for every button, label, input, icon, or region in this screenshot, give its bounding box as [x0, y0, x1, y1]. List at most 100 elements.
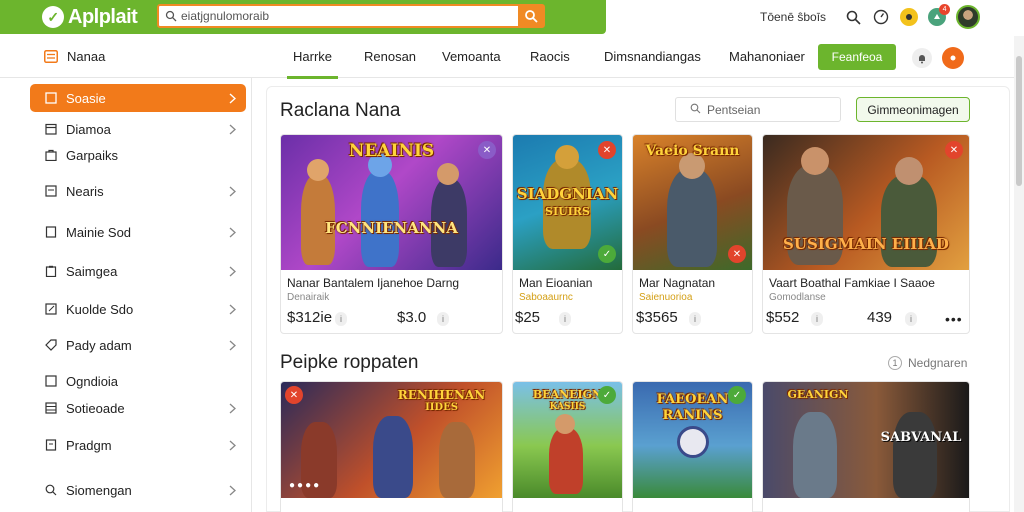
cover-title: SIADGNIAN	[516, 185, 619, 203]
tab-4[interactable]: Raocis	[530, 49, 570, 64]
game-price: $3565	[636, 309, 678, 326]
game-card[interactable]: BEANEIGN KASIIS ✓	[512, 381, 623, 512]
scrollbar-thumb[interactable]	[1016, 56, 1022, 186]
sidebar-item-11[interactable]: Pradgm	[30, 431, 246, 459]
app-logo[interactable]: ✓ Aplplait	[42, 4, 138, 30]
game-cover: GEANIGN SABVANAL	[763, 382, 969, 498]
game-name: Nanar Bantalem Ijanehoe Darng	[287, 276, 460, 290]
brand-bar: ✓ Aplplait	[0, 0, 606, 34]
scrollbar[interactable]	[1014, 36, 1024, 512]
view-more-label: Nedgnaren	[908, 356, 968, 370]
sidebar-item-label: Sotieoade	[66, 400, 125, 416]
search-icon[interactable]	[844, 8, 862, 26]
sidebar-item-1[interactable]: Soasie	[30, 84, 246, 112]
sidebar-item-12[interactable]: Siomengan	[30, 476, 246, 504]
notification-icon[interactable]: 4	[928, 4, 951, 26]
chevron-right-icon	[229, 123, 236, 138]
sidebar-item-label: Diamoa	[66, 121, 111, 137]
game-card[interactable]: Vaeio Srann ✕ Mar Nagnatan Saienuorioa $…	[632, 134, 753, 334]
search-input[interactable]	[159, 7, 518, 25]
close-icon[interactable]: ✕	[728, 245, 746, 263]
game-card[interactable]: SUSIGMAIN EIIIAD ✕ Vaart Boathal Famkiae…	[762, 134, 970, 334]
game-card[interactable]: FAEOEAN RANINS ✓	[632, 381, 753, 512]
tab-home[interactable]: Harrke	[286, 49, 339, 79]
table-icon	[44, 401, 58, 415]
list-icon	[44, 184, 58, 198]
avatar[interactable]	[956, 5, 981, 29]
sidebar-item-label: Kuolde Sdo	[66, 301, 134, 317]
sidebar-item-8[interactable]: Pady adam	[30, 331, 246, 359]
sidebar: Soasie Diamoa Garpaiks Nearis Mainie Sod…	[0, 78, 252, 512]
tag-icon	[44, 338, 58, 352]
close-icon[interactable]: ✕	[598, 141, 616, 159]
nav-title: Nanaa	[67, 49, 106, 64]
game-publisher: Gomodlanse	[769, 292, 826, 303]
game-card[interactable]: RENIHENAN IIDES ✕ ●●●●	[280, 381, 503, 512]
sidebar-item-4[interactable]: Nearis	[30, 177, 246, 205]
logo-icon: ✓	[42, 6, 64, 28]
close-icon[interactable]: ✕	[478, 141, 496, 159]
sidebar-item-10[interactable]: Sotieoade	[30, 394, 246, 422]
game-cover: RENIHENAN IIDES ✕ ●●●●	[281, 382, 502, 498]
check-icon[interactable]: ✓	[598, 386, 616, 404]
view-more-link[interactable]: 1 Nedgnaren	[888, 356, 967, 370]
section-title: Raclana Nana	[280, 100, 401, 121]
tab-2[interactable]: Renosan	[364, 49, 416, 64]
menu-icon[interactable]	[44, 50, 58, 68]
bell-icon[interactable]	[912, 48, 932, 68]
sidebar-item-2[interactable]: Diamoa	[30, 115, 246, 143]
section-action-button[interactable]: Gimmeonimagen	[856, 97, 970, 122]
search-icon	[44, 483, 58, 497]
info-icon[interactable]: i	[689, 312, 701, 326]
info-icon[interactable]: i	[905, 312, 917, 326]
more-icon[interactable]: •••	[945, 311, 963, 327]
chevron-right-icon	[229, 265, 236, 280]
sidebar-item-label: Pady adam	[66, 337, 132, 353]
game-cover: FAEOEAN RANINS ✓	[633, 382, 752, 498]
close-icon[interactable]: ✕	[285, 386, 303, 404]
game-cover: SIADGNIAN SIUIRS ✕ ✓	[513, 135, 622, 270]
sidebar-item-3[interactable]: Garpaiks	[30, 141, 246, 169]
section-title: Peipke roppaten	[280, 352, 419, 373]
search-button[interactable]	[518, 5, 544, 27]
section-search-placeholder: Pentseian	[707, 102, 761, 117]
cover-subtitle: SIUIRS	[545, 205, 590, 218]
game-publisher: Denairaik	[287, 292, 330, 303]
game-cover: BEANEIGN KASIIS ✓	[513, 382, 622, 498]
info-icon[interactable]: i	[335, 312, 347, 326]
game-card[interactable]: SIADGNIAN SIUIRS ✕ ✓ Man Eioanian Saboaa…	[512, 134, 623, 334]
game-card[interactable]: GEANIGN SABVANAL	[762, 381, 970, 512]
chevron-right-icon	[229, 185, 236, 200]
tab-6[interactable]: Mahanoniaer	[729, 49, 805, 64]
edit-icon	[44, 302, 58, 316]
sidebar-item-7[interactable]: Kuolde Sdo	[30, 295, 246, 323]
info-icon[interactable]: i	[437, 312, 449, 326]
bag-icon	[44, 148, 58, 162]
square-icon	[44, 91, 58, 105]
chevron-right-icon	[229, 303, 236, 318]
info-icon[interactable]: i	[811, 312, 823, 326]
tab-5[interactable]: Dimsnandiangas	[604, 49, 701, 64]
sidebar-item-label: Siomengan	[66, 482, 132, 498]
tab-3[interactable]: Vemoanta	[442, 49, 501, 64]
coin-icon[interactable]	[900, 8, 919, 26]
cta-button[interactable]: Feanfeoa	[818, 44, 896, 70]
info-icon[interactable]: i	[559, 312, 571, 326]
section-search[interactable]: Pentseian	[675, 97, 841, 122]
sidebar-item-9[interactable]: Ogndioia	[30, 367, 246, 395]
user-menu-icon[interactable]	[942, 47, 964, 69]
game-card[interactable]: NEAINIS FCNNIENANNA ✕ Nanar Bantalem Ija…	[280, 134, 503, 334]
check-icon[interactable]: ✓	[598, 245, 616, 263]
cover-title: RENIHENAN	[397, 388, 486, 402]
search-icon	[690, 103, 701, 117]
chevron-right-icon	[229, 339, 236, 354]
sidebar-item-5[interactable]: Mainie Sod	[30, 218, 246, 246]
top-right-area: Tōenē ŝboīs 4	[760, 4, 981, 30]
game-price: $312ie	[287, 309, 333, 326]
check-icon[interactable]: ✓	[728, 386, 746, 404]
cover-title: SUSIGMAIN EIIIAD	[783, 235, 949, 253]
compass-icon[interactable]	[872, 8, 890, 26]
close-icon[interactable]: ✕	[945, 141, 963, 159]
sidebar-item-label: Ogndioia	[66, 373, 119, 389]
sidebar-item-6[interactable]: Saimgea	[30, 257, 246, 285]
